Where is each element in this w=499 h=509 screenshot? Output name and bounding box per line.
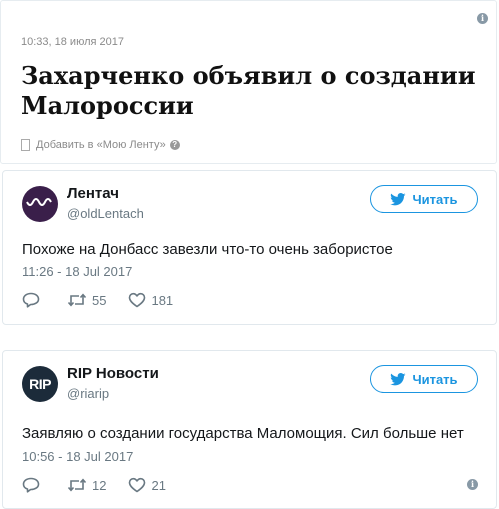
article-timestamp: 10:33, 18 июля 2017	[21, 36, 124, 48]
avatar[interactable]: RIP	[22, 366, 58, 402]
reply-button[interactable]	[22, 292, 45, 308]
embedded-tweet: Лентач @oldLentach Читать Похоже на Донб…	[2, 170, 497, 325]
tweet-timestamp[interactable]: 11:26 - 18 Jul 2017	[22, 264, 132, 279]
avatar-label: RIP	[29, 376, 51, 392]
user-name[interactable]: RIP Новости	[67, 365, 159, 382]
retweet-icon	[67, 293, 87, 307]
retweet-count: 55	[92, 292, 107, 308]
info-icon[interactable]: i	[477, 13, 488, 24]
tweet-actions: 55 181	[22, 292, 195, 308]
article-headline[interactable]: Захарченко объявил о создании Малороссии	[21, 61, 491, 121]
twitter-bird-icon	[390, 192, 406, 205]
heart-icon	[129, 292, 146, 308]
retweet-icon	[67, 478, 87, 492]
user-name[interactable]: Лентач	[67, 185, 119, 202]
retweet-button[interactable]: 55	[67, 293, 106, 308]
like-button[interactable]: 181	[128, 292, 173, 308]
help-icon[interactable]: ?	[169, 140, 180, 150]
tweet-timestamp[interactable]: 10:56 - 18 Jul 2017	[22, 449, 133, 464]
reply-icon	[22, 477, 40, 493]
reply-button[interactable]	[22, 477, 45, 493]
user-handle[interactable]: @riarip	[67, 386, 109, 401]
tweet-actions: 12 21	[22, 477, 188, 493]
like-count: 21	[151, 477, 166, 493]
bookmark-icon	[21, 139, 30, 151]
retweet-count: 12	[92, 477, 107, 493]
follow-button[interactable]: Читать	[370, 365, 478, 393]
twitter-bird-icon	[390, 372, 406, 385]
add-to-feed-link[interactable]: Добавить в «Мою Ленту» ?	[21, 139, 180, 151]
lentach-logo-icon	[26, 198, 52, 206]
article-card: i 10:33, 18 июля 2017 Захарченко объявил…	[0, 0, 497, 164]
follow-label: Читать	[412, 191, 458, 207]
user-handle[interactable]: @oldLentach	[67, 206, 144, 221]
follow-button[interactable]: Читать	[370, 185, 478, 213]
tweet-text: Заявляю о создании государства Маломощия…	[22, 425, 464, 442]
add-to-feed-label: Добавить в «Мою Ленту»	[36, 139, 166, 151]
reply-icon	[22, 292, 40, 308]
avatar[interactable]	[22, 186, 58, 222]
retweet-button[interactable]: 12	[67, 478, 106, 493]
heart-icon	[129, 477, 146, 493]
like-button[interactable]: 21	[128, 477, 166, 493]
tweet-text: Похоже на Донбасс завезли что-то очень з…	[22, 241, 393, 258]
tweet-info-icon[interactable]: i	[467, 479, 478, 490]
like-count: 181	[151, 292, 174, 308]
follow-label: Читать	[412, 371, 458, 387]
embedded-tweet: RIP RIP Новости @riarip Читать Заявляю о…	[2, 350, 497, 509]
